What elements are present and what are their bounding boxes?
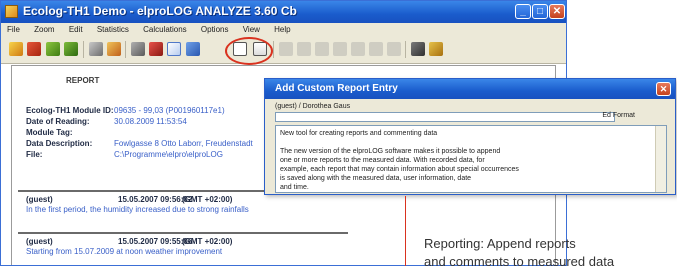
toolbar-separator [83,41,84,58]
dialog-user-label: (guest) / Dorothea Gaus [275,103,351,110]
entry-text: Starting from 15.07.2009 at noon weather… [26,247,223,256]
dialog-title: Add Custom Report Entry [275,83,398,94]
report-field: Ecolog-TH1 Module ID:09635 - 99,03 (P001… [26,106,225,115]
maximize-button[interactable]: □ [532,4,548,19]
dialog-close-button[interactable]: ✕ [656,82,671,96]
text-line: and time. [280,184,309,191]
menu-view[interactable]: View [237,23,266,34]
entry-text: In the first period, the humidity increa… [26,205,249,214]
paste-icon[interactable] [333,42,347,56]
field-value: 09635 - 99,03 (P001960117e1) [114,106,225,115]
toolbar-separator [405,41,406,58]
entry-user: (guest) [26,195,53,204]
field-label: Ecolog-TH1 Module ID: [26,106,114,115]
menu-bar: File Zoom Edit Statistics Calculations O… [1,23,566,37]
printer-icon[interactable] [131,42,145,56]
save-icon[interactable] [27,42,41,56]
print-icon[interactable] [107,42,121,56]
app-icon [5,5,18,18]
toolbar [1,37,566,64]
field-label: Data Description: [26,139,93,148]
help-icon[interactable] [429,42,443,56]
export-icon[interactable] [64,42,78,56]
field-value: 30.08.2009 11:53:54 [114,117,187,126]
table-icon[interactable] [167,42,181,56]
close-button[interactable]: ✕ [549,4,565,19]
menu-file[interactable]: File [1,23,26,34]
text-line: example, each report that may contain in… [280,166,519,173]
toolbar-separator [273,41,274,58]
zoom-icon[interactable] [369,42,383,56]
report-field: Date of Reading: 30.08.2009 11:53:54 [26,117,187,126]
menu-statistics[interactable]: Statistics [91,23,135,34]
minimize-button[interactable]: _ [515,4,531,19]
field-label: File: [26,150,43,159]
entry-timezone: (GMT +02:00) [182,195,233,204]
chart-icon[interactable] [149,42,163,56]
field-value: C:\Programme\elpro\elproLOG [114,150,223,159]
settings-icon[interactable] [89,42,103,56]
callout-line [405,196,406,266]
toolbar-separator [125,41,126,58]
highlight-circle [225,37,273,65]
entry-user: (guest) [26,237,53,246]
calendar-icon[interactable] [387,42,401,56]
entry-header: (guest) 15.05.2007 09:56:02 (GMT +02:00) [26,195,232,204]
entry-divider [18,232,348,234]
menu-edit[interactable]: Edit [63,23,89,34]
report-field: Data Description: Fowlgasse 8 Otto Laborr… [26,139,253,148]
cut-icon[interactable] [297,42,311,56]
text-line: New tool for creating reports and commen… [280,130,438,137]
text-line: is saved along with the measured data, u… [280,175,472,182]
report-heading: REPORT [66,76,100,85]
add-report-entry-dialog: Add Custom Report Entry ✕ (guest) / Doro… [264,78,676,195]
scrollbar[interactable] [655,126,666,192]
caption-line-1: Reporting: Append reports [424,236,576,251]
import-icon[interactable] [46,42,60,56]
text-line: The new version of the elproLOG software… [280,148,501,155]
entry-text-area[interactable]: New tool for creating reports and commen… [275,125,667,193]
window-title: Ecolog-TH1 Demo - elproLOG ANALYZE 3.60 … [23,4,297,18]
menu-zoom[interactable]: Zoom [28,23,60,34]
caption: Reporting: Append reports and comments t… [424,236,614,269]
text-line [280,138,652,147]
undo-icon[interactable] [279,42,293,56]
bar-chart-icon[interactable] [186,42,200,56]
format-button[interactable]: Ed Format [602,112,635,119]
filter-icon[interactable] [411,42,425,56]
grid-icon[interactable] [351,42,365,56]
field-label: Date of Reading: [26,117,90,126]
entry-timezone: (GMT +02:00) [182,237,233,246]
menu-options[interactable]: Options [195,23,235,34]
caption-line-2: and comments to measured data [424,254,615,269]
entry-title-input[interactable] [275,112,615,122]
title-bar[interactable]: Ecolog-TH1 Demo - elproLOG ANALYZE 3.60 … [1,1,566,23]
entry-header: (guest) 15.05.2007 09:55:06 (GMT +02:00) [26,237,232,246]
copy-icon[interactable] [315,42,329,56]
dialog-title-bar[interactable]: Add Custom Report Entry ✕ [265,79,675,99]
text-line: one or more reports to the measured data… [280,157,485,164]
field-label: Module Tag: [26,128,73,137]
open-icon[interactable] [9,42,23,56]
report-field: Module Tag: [26,128,114,137]
menu-calculations[interactable]: Calculations [137,23,193,34]
menu-help[interactable]: Help [268,23,296,34]
field-value: Fowlgasse 8 Otto Laborr, Freudenstadt [114,139,253,148]
report-field: File: C:\Programme\elpro\elproLOG [26,150,223,159]
